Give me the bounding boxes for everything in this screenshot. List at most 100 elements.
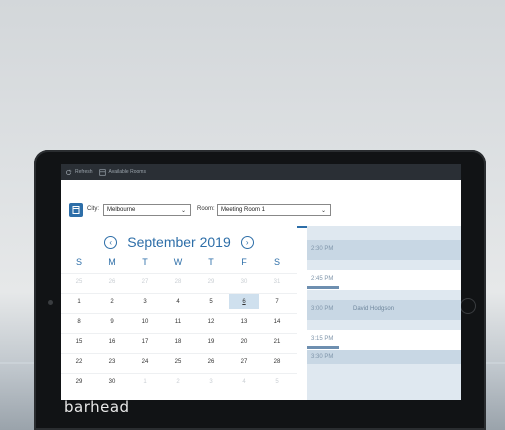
calendar-day[interactable]: 5 xyxy=(262,374,292,389)
dow-label: F xyxy=(241,257,247,267)
calendar-day[interactable]: 4 xyxy=(229,374,259,389)
calendar-day[interactable]: 19 xyxy=(196,334,226,349)
calendar-day[interactable]: 18 xyxy=(163,334,193,349)
calendar-day[interactable]: 9 xyxy=(97,314,127,329)
calendar-day[interactable]: 7 xyxy=(262,294,292,309)
top-toolbar: Refresh Available Rooms xyxy=(61,164,461,180)
calendar-day[interactable]: 3 xyxy=(196,374,226,389)
calendar-day[interactable]: 10 xyxy=(130,314,160,329)
calendar-day[interactable]: 23 xyxy=(97,354,127,369)
refresh-label: Refresh xyxy=(75,169,93,175)
chevron-down-icon: ⌄ xyxy=(320,208,326,214)
day-of-week-row: S M T W T F S xyxy=(61,257,297,269)
calendar-day[interactable]: 4 xyxy=(163,294,193,309)
calendar-day[interactable]: 1 xyxy=(64,294,94,309)
next-month-button[interactable]: › xyxy=(240,235,254,249)
rooms-icon xyxy=(98,168,106,176)
calendar-day[interactable]: 24 xyxy=(130,354,160,369)
calendar-icon xyxy=(72,206,80,214)
calendar-day[interactable]: 2 xyxy=(163,374,193,389)
room-select[interactable]: Meeting Room 1 ⌄ xyxy=(217,204,331,216)
time-slot[interactable]: 3:00 PM David Hodgson xyxy=(307,300,461,320)
dow-label: M xyxy=(108,257,116,267)
time-slot[interactable]: 3:15 PM xyxy=(307,330,461,350)
time-slot-label: 3:15 PM xyxy=(311,336,334,342)
calendar-week-row: 22 23 24 25 26 27 28 xyxy=(61,353,297,369)
calendar-day[interactable]: 29 xyxy=(64,374,94,389)
calendar-week-row: 29 30 1 2 3 4 5 xyxy=(61,373,297,389)
tablet-camera xyxy=(48,300,53,305)
refresh-button[interactable]: Refresh xyxy=(65,169,93,176)
tablet-device: Refresh Available Rooms City: Melbourne xyxy=(34,150,486,430)
calendar-day-selected[interactable]: 6 xyxy=(229,294,259,309)
available-rooms-label: Available Rooms xyxy=(108,169,146,175)
time-slot-label: 2:30 PM xyxy=(311,246,334,252)
booking-marker xyxy=(307,286,339,289)
brand-logo: barhead xyxy=(64,398,130,416)
calendar-day[interactable]: 29 xyxy=(196,274,226,289)
calendar-panel: ‹ September 2019 › S M T W T F S 25 26 2… xyxy=(61,226,297,400)
calendar-day[interactable]: 20 xyxy=(229,334,259,349)
chevron-left-icon: ‹ xyxy=(109,237,113,247)
calendar-day[interactable]: 21 xyxy=(262,334,292,349)
chevron-right-icon: › xyxy=(245,237,249,247)
city-value: Melbourne xyxy=(107,207,136,213)
dow-label: S xyxy=(273,257,280,267)
calendar-day[interactable]: 12 xyxy=(196,314,226,329)
calendar-day[interactable]: 3 xyxy=(130,294,160,309)
calendar-day[interactable]: 25 xyxy=(163,354,193,369)
calendar-day[interactable]: 2 xyxy=(97,294,127,309)
calendar-day[interactable]: 27 xyxy=(229,354,259,369)
calendar-day[interactable]: 14 xyxy=(262,314,292,329)
dow-label: S xyxy=(75,257,82,267)
calendar-week-row: 1 2 3 4 5 6 7 xyxy=(61,293,297,309)
calendar-day[interactable]: 31 xyxy=(262,274,292,289)
calendar-week-row: 25 26 27 28 29 30 31 xyxy=(61,273,297,289)
tablet-home-button xyxy=(460,298,476,314)
calendar-day[interactable]: 30 xyxy=(229,274,259,289)
city-label: City: xyxy=(87,206,99,212)
calendar-day[interactable]: 15 xyxy=(64,334,94,349)
booking-marker xyxy=(307,346,339,349)
calendar-day[interactable]: 26 xyxy=(97,274,127,289)
dow-label: W xyxy=(173,257,183,267)
month-label: September 2019 xyxy=(127,234,231,250)
schedule-panel: 2:30 PM 2:45 PM 3:00 PM David Hodgson 3:… xyxy=(307,226,461,400)
app-screen: Refresh Available Rooms City: Melbourne xyxy=(61,164,461,400)
city-select[interactable]: Melbourne ⌄ xyxy=(103,204,191,216)
calendar-toggle-button[interactable] xyxy=(69,203,83,217)
room-value: Meeting Room 1 xyxy=(221,207,266,213)
calendar-day[interactable]: 22 xyxy=(64,354,94,369)
month-header: ‹ September 2019 › xyxy=(61,232,297,252)
booking-title[interactable]: David Hodgson xyxy=(353,306,394,312)
calendar-day[interactable]: 1 xyxy=(130,374,160,389)
time-slot-label: 3:30 PM xyxy=(311,354,334,360)
time-slot[interactable]: 3:30 PM xyxy=(307,350,461,364)
calendar-day[interactable]: 28 xyxy=(163,274,193,289)
available-rooms-button[interactable]: Available Rooms xyxy=(98,168,146,176)
time-slot-label: 2:45 PM xyxy=(311,276,334,282)
calendar-day[interactable]: 5 xyxy=(196,294,226,309)
time-slot[interactable]: 2:45 PM xyxy=(307,270,461,290)
calendar-day[interactable]: 8 xyxy=(64,314,94,329)
calendar-day[interactable]: 25 xyxy=(64,274,94,289)
calendar-day[interactable]: 28 xyxy=(262,354,292,369)
calendar-week-row: 15 16 17 18 19 20 21 xyxy=(61,333,297,349)
time-slot-label: 3:00 PM xyxy=(311,306,334,312)
calendar-day[interactable]: 27 xyxy=(130,274,160,289)
prev-month-button[interactable]: ‹ xyxy=(104,235,118,249)
filter-bar: City: Melbourne ⌄ Room: Meeting Room 1 ⌄ xyxy=(61,180,461,228)
calendar-week-row: 8 9 10 11 12 13 14 xyxy=(61,313,297,329)
calendar-day[interactable]: 26 xyxy=(196,354,226,369)
refresh-icon xyxy=(66,169,72,175)
calendar-day[interactable]: 11 xyxy=(163,314,193,329)
dow-label: T xyxy=(208,257,214,267)
time-slot[interactable]: 2:30 PM xyxy=(307,240,461,260)
calendar-day[interactable]: 16 xyxy=(97,334,127,349)
chevron-down-icon: ⌄ xyxy=(180,208,186,214)
room-label: Room: xyxy=(197,206,215,212)
dow-label: T xyxy=(142,257,148,267)
calendar-day[interactable]: 17 xyxy=(130,334,160,349)
calendar-day[interactable]: 30 xyxy=(97,374,127,389)
calendar-day[interactable]: 13 xyxy=(229,314,259,329)
